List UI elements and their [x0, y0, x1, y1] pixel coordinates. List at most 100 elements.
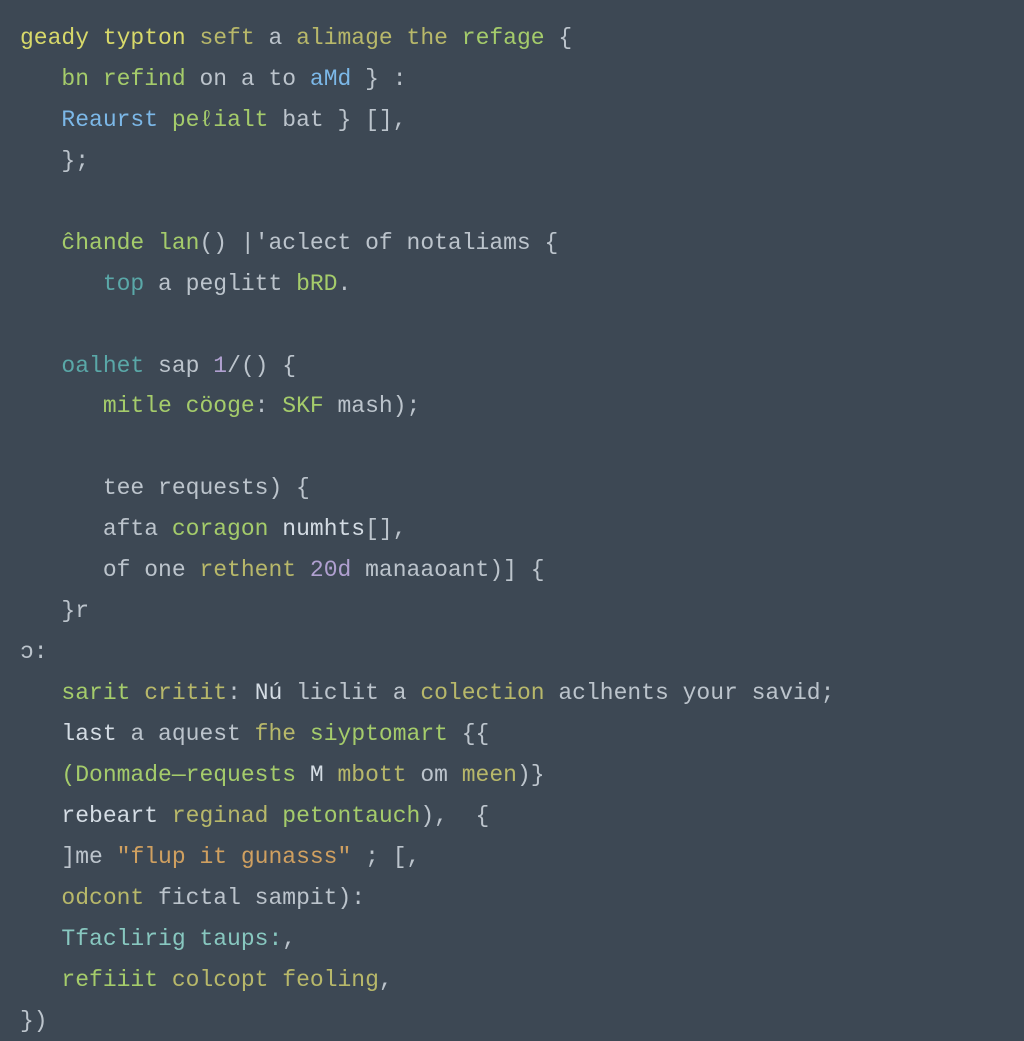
code-line[interactable]: };	[20, 141, 1004, 182]
code-token: seft	[199, 25, 254, 51]
code-line[interactable]: oalhet sap 1/() {	[20, 346, 1004, 387]
code-token: } :	[351, 66, 406, 92]
code-line[interactable]: mitle cöoge: SKF mash);	[20, 386, 1004, 427]
code-token	[158, 107, 172, 133]
code-token: sap	[144, 353, 213, 379]
code-token: refage	[462, 25, 545, 51]
code-token: of one	[103, 557, 200, 583]
code-line[interactable]: top a peglitt bRD.	[20, 264, 1004, 305]
code-line[interactable]: of one rethent 20d manaaoant)] {	[20, 550, 1004, 591]
code-token: ĉhande	[61, 230, 144, 256]
code-token: lan	[158, 230, 199, 256]
code-token: cöoge	[186, 393, 255, 419]
code-token: Reaurst	[61, 107, 158, 133]
code-token: colcopt	[172, 967, 269, 993]
code-line[interactable]: odcont fictal sampit):	[20, 878, 1004, 919]
code-line[interactable]: refiiit colcopt feoling,	[20, 960, 1004, 1001]
code-token: ,	[379, 967, 393, 993]
code-token	[144, 230, 158, 256]
code-token: (Donmade—requests	[61, 762, 296, 788]
code-token	[296, 721, 310, 747]
code-token: refind	[103, 66, 186, 92]
code-editor-viewport[interactable]: geady typton seft a alimage the refage {…	[20, 18, 1004, 1041]
code-line[interactable]: afta coragon numhts[],	[20, 509, 1004, 550]
code-token: SKF	[282, 393, 323, 419]
code-token: {	[545, 25, 573, 51]
code-token: bRD	[296, 271, 337, 297]
code-token	[448, 25, 462, 51]
code-line[interactable]: (Donmade—requests M mbott om meen)}	[20, 755, 1004, 796]
code-token: ɔ:	[20, 639, 48, 665]
code-token: on a to	[186, 66, 310, 92]
code-token: 1	[213, 353, 227, 379]
code-line[interactable]	[20, 305, 1004, 346]
code-token: last	[61, 721, 116, 747]
code-token: rethent	[199, 557, 296, 583]
code-line[interactable]	[20, 427, 1004, 468]
code-line[interactable]: sarit critit: Nú liclit a colection aclh…	[20, 673, 1004, 714]
code-token: :	[227, 680, 255, 706]
code-token: liclit a	[282, 680, 420, 706]
code-line[interactable]: tee requests) {	[20, 468, 1004, 509]
code-token: critit	[144, 680, 227, 706]
code-token	[20, 312, 34, 338]
code-token: oalhet	[61, 353, 144, 379]
code-token: om	[407, 762, 462, 788]
code-line[interactable]: ɔ:	[20, 632, 1004, 673]
code-line[interactable]: bn refind on a to aMd } :	[20, 59, 1004, 100]
code-token	[296, 762, 310, 788]
code-token: bat } [],	[268, 107, 406, 133]
code-token: fictal sampit):	[144, 885, 365, 911]
code-token: aclhents your savid;	[545, 680, 835, 706]
code-token: {{	[448, 721, 489, 747]
code-token: /() {	[227, 353, 296, 379]
code-token: fhe	[255, 721, 296, 747]
code-token: ), {	[420, 803, 489, 829]
code-line[interactable]: geady typton seft a alimage the refage {	[20, 18, 1004, 59]
code-token: Nú	[255, 680, 283, 706]
code-line[interactable]: Reaurst peℓialt bat } [],	[20, 100, 1004, 141]
code-token: };	[61, 148, 89, 174]
code-token: mbott	[338, 762, 407, 788]
code-token	[89, 66, 103, 92]
code-token: :	[255, 393, 283, 419]
code-token: feoling	[282, 967, 379, 993]
code-token: geady typton	[20, 25, 186, 51]
code-line[interactable]: Tfaclirig taups:,	[20, 919, 1004, 960]
code-line[interactable]: ]me "flup it gunasss" ; [,	[20, 837, 1004, 878]
code-token: manaaoant)] {	[351, 557, 544, 583]
code-token: a peglitt	[144, 271, 296, 297]
code-token	[324, 762, 338, 788]
code-line[interactable]	[20, 182, 1004, 223]
code-token: siyptomart	[310, 721, 448, 747]
code-line[interactable]: ĉhande lan() |'aclect of notaliams {	[20, 223, 1004, 264]
code-token: .	[338, 271, 352, 297]
code-token	[268, 516, 282, 542]
code-token: petontauch	[282, 803, 420, 829]
code-token	[172, 393, 186, 419]
code-line[interactable]: })	[20, 1001, 1004, 1041]
code-token: }r	[61, 598, 89, 624]
code-token	[268, 803, 282, 829]
code-token: ,	[282, 926, 296, 952]
code-line[interactable]: rebeart reginad petontauch), {	[20, 796, 1004, 837]
code-token	[20, 434, 34, 460]
code-token: alimage	[296, 25, 393, 51]
code-token: odcont	[61, 885, 144, 911]
code-token: )}	[517, 762, 545, 788]
code-line[interactable]: }r	[20, 591, 1004, 632]
code-line[interactable]: last a aquest fhe siyptomart {{	[20, 714, 1004, 755]
code-token: 20d	[310, 557, 351, 583]
code-token	[186, 25, 200, 51]
code-token: })	[20, 1008, 48, 1034]
code-token	[393, 25, 407, 51]
code-token: rebeart	[61, 803, 158, 829]
code-token: bn	[61, 66, 89, 92]
code-token	[296, 557, 310, 583]
code-token: peℓialt	[172, 107, 269, 133]
code-token: refiiit	[61, 967, 158, 993]
code-token	[130, 680, 144, 706]
code-token: a aquest	[117, 721, 255, 747]
code-token: ; [,	[351, 844, 420, 870]
code-token: numhts	[282, 516, 365, 542]
